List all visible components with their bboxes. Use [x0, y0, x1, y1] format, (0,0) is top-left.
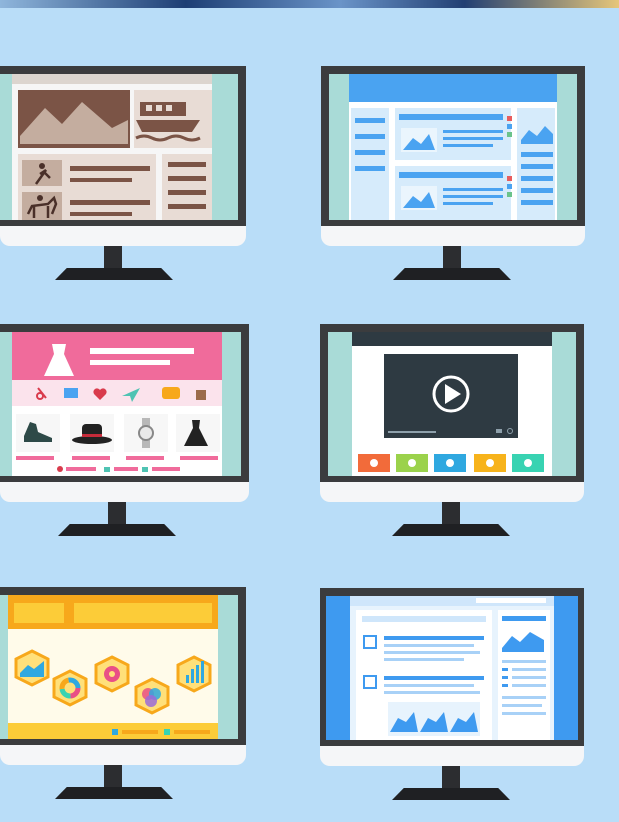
monitor-shop — [0, 324, 249, 538]
image-placeholder-icon — [401, 186, 437, 210]
monitor-infographic — [0, 587, 246, 801]
monitor-stand-foot — [392, 524, 510, 536]
horse-rider-icon — [22, 192, 62, 220]
shop-screen — [0, 332, 241, 476]
infographic-screen — [0, 595, 238, 739]
pie-chart-icon — [94, 655, 130, 693]
monitor-stand-foot — [392, 788, 510, 800]
monitor-blog — [321, 66, 585, 280]
monitor-stand-foot — [393, 268, 511, 280]
skier-icon — [22, 160, 62, 186]
illustration-canvas — [0, 0, 619, 822]
monitor-travel — [0, 66, 246, 280]
boat-icon — [134, 90, 212, 148]
top-photo-strip — [0, 0, 619, 8]
venn-diagram-icon — [134, 677, 170, 715]
monitor-stand-neck — [442, 502, 460, 526]
monitor-stand-foot — [55, 787, 173, 799]
mountain-image-icon — [18, 90, 130, 148]
monitor-stand-neck — [104, 765, 122, 789]
monitor-stand-neck — [442, 766, 460, 790]
monitor-documentation — [320, 588, 584, 802]
video-screen — [328, 332, 576, 476]
donut-chart-icon — [52, 669, 88, 707]
chart-hexagon-icon — [14, 649, 50, 687]
image-placeholder-icon — [401, 128, 437, 152]
monitor-stand-foot — [58, 524, 176, 536]
bar-chart-icon — [176, 655, 212, 693]
travel-screen — [0, 74, 238, 220]
monitor-stand-neck — [108, 502, 126, 526]
monitor-stand-neck — [104, 246, 122, 270]
monitor-stand-foot — [55, 268, 173, 280]
blog-screen — [329, 74, 577, 220]
monitor-stand-neck — [443, 246, 461, 270]
documentation-screen — [326, 596, 578, 740]
checkbox-icon — [363, 675, 377, 689]
checkbox-icon — [363, 635, 377, 649]
monitor-video — [320, 324, 584, 538]
